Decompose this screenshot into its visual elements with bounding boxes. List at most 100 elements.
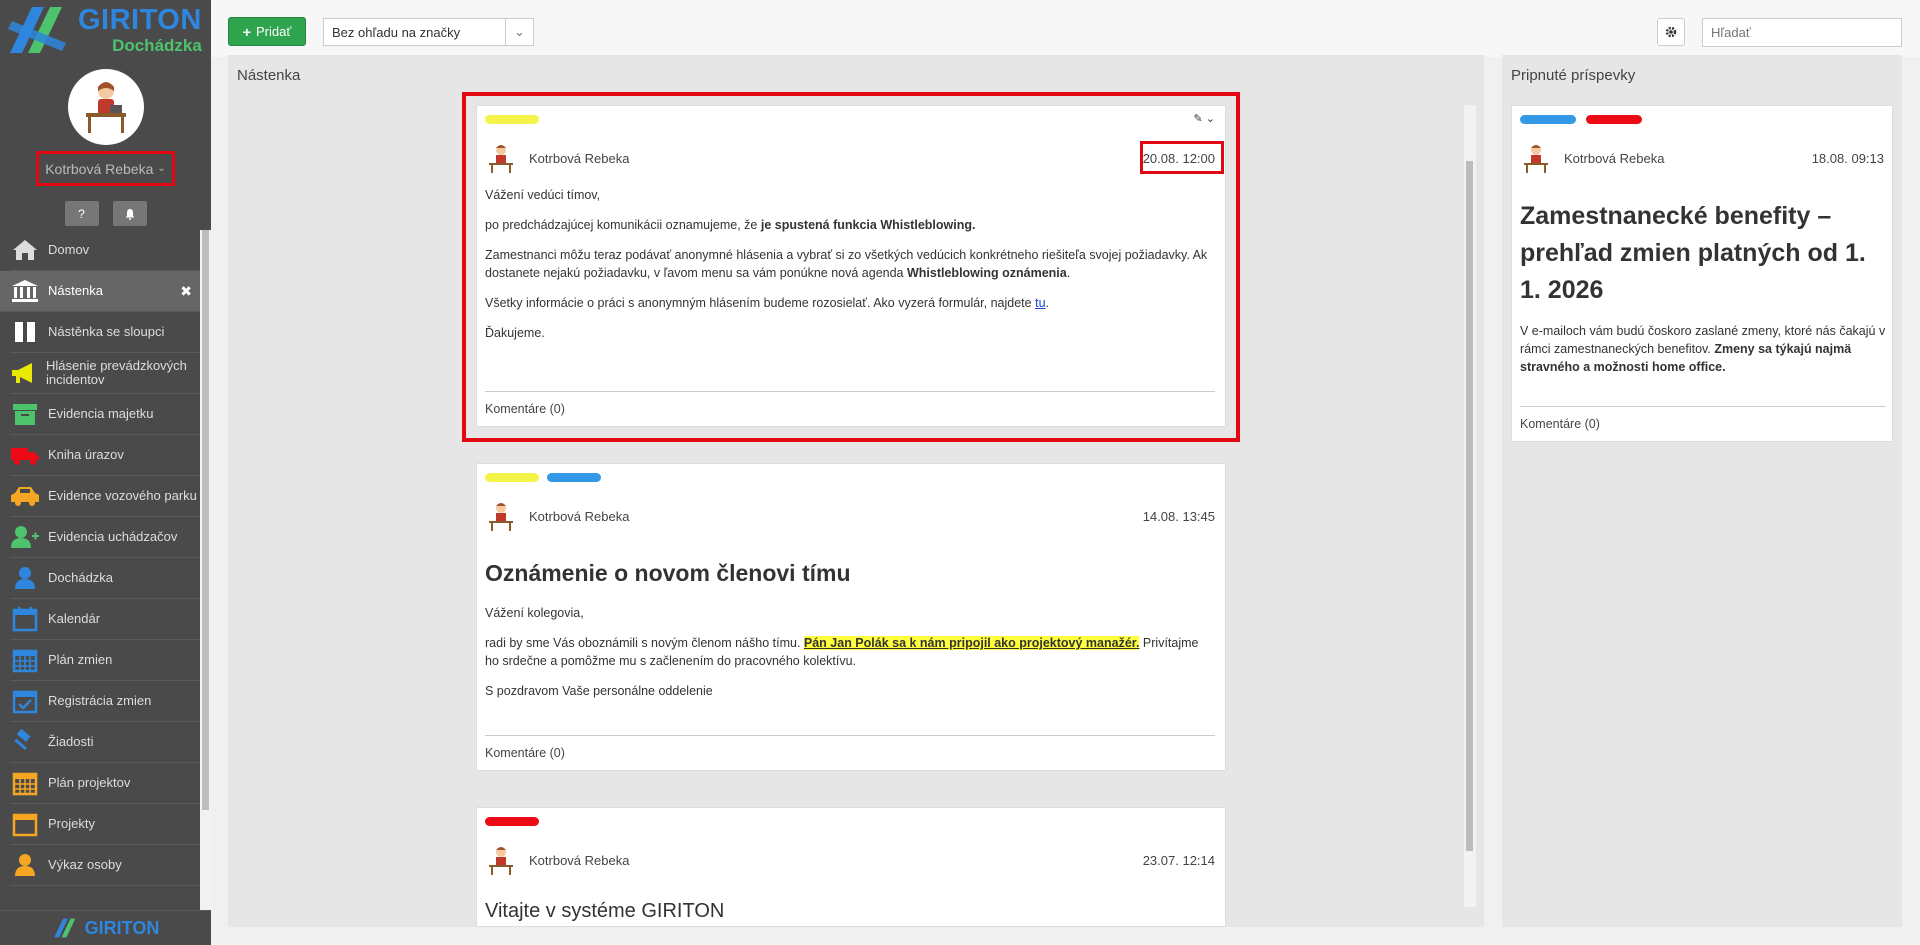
tag-blue[interactable] — [1520, 115, 1576, 124]
pinned-body: V e-mailoch vám budú čoskoro zaslané zme… — [1520, 324, 1886, 374]
plus-icon: + — [242, 23, 251, 40]
post-card: ✎ ⌄ Kotrbová Rebeka 20.08. 12:00 Vážení … — [476, 105, 1226, 427]
post-heading: Vitajte v systéme GIRITON — [485, 900, 725, 922]
sidebar-item-kalendar[interactable]: Kalendár — [10, 599, 200, 640]
pinned-post-card: Kotrbová Rebeka 18.08. 09:13 Zamestnanec… — [1511, 105, 1893, 442]
post-date: 14.08. 13:45 — [1142, 508, 1215, 524]
columns-icon — [10, 318, 40, 346]
post-author: Kotrbová Rebeka — [529, 150, 630, 166]
car-icon — [10, 482, 40, 510]
pencil-icon: ✎ — [1193, 113, 1203, 125]
author-avatar — [489, 145, 513, 173]
tag-red[interactable] — [485, 817, 539, 826]
user-icon — [10, 564, 40, 592]
sidebar-item-evidencia-uchadzacov[interactable]: Evidencia uchádzačov — [10, 517, 200, 558]
bank-icon — [10, 277, 40, 305]
gavel-icon — [10, 728, 40, 756]
user-plus-icon — [10, 523, 40, 551]
post-date: 20.08. 12:00 — [1142, 150, 1215, 166]
sidebar-item-dochadzka[interactable]: Dochádzka — [10, 558, 200, 599]
post-card: Kotrbová Rebeka 14.08. 13:45 Oznámenie o… — [476, 463, 1226, 771]
user-name: Kotrbová Rebeka — [45, 160, 154, 177]
post-tags — [485, 115, 539, 124]
post-date: 23.07. 12:14 — [1142, 852, 1215, 868]
topbar: + Pridať Bez ohľadu na značky ⌄ — [211, 0, 1920, 57]
comments-link[interactable]: Komentáre (0) — [1520, 417, 1600, 431]
post-author: Kotrbová Rebeka — [529, 508, 630, 524]
sidebar-item-vykaz-osoby[interactable]: Výkaz osoby — [10, 845, 200, 886]
sidebar-item-nastenka[interactable]: Nástenka ✖ — [0, 271, 200, 312]
sidebar-item-nastenka-se-sloupci[interactable]: Nástěnka se sloupci — [10, 312, 200, 353]
calendar-grid-icon — [10, 646, 40, 674]
add-post-button[interactable]: + Pridať — [228, 17, 306, 46]
pinned-panel: Pripnuté príspevky Kotrbová Rebeka 18.08… — [1502, 55, 1902, 927]
chevron-down-icon: ⌄ — [505, 19, 533, 45]
tag-yellow[interactable] — [485, 473, 539, 482]
tag-filter-select[interactable]: Bez ohľadu na značky ⌄ — [323, 18, 534, 46]
author-avatar — [489, 847, 513, 875]
calendar-icon — [10, 605, 40, 633]
notifications-button[interactable] — [112, 201, 147, 226]
board-title: Nástenka — [237, 67, 301, 84]
gear-icon — [1665, 26, 1677, 38]
logo[interactable]: GIRITON Dochádzka — [0, 0, 211, 60]
author-avatar — [489, 503, 513, 531]
sidebar-item-plan-projektov[interactable]: Plán projektov — [10, 763, 200, 804]
brand-name: GIRITON — [78, 4, 202, 36]
sidebar-scrollbar[interactable] — [200, 230, 211, 910]
edit-menu-button[interactable]: ✎ ⌄ — [1194, 112, 1216, 125]
close-icon[interactable]: ✖ — [180, 283, 192, 300]
giriton-logo-icon — [53, 918, 76, 938]
sidebar-item-vozovy-park[interactable]: Evidence vozového parku — [10, 476, 200, 517]
pinned-heading: Zamestnanecké benefity – prehľad zmien p… — [1520, 202, 1866, 304]
chevron-down-icon: ⌄ — [157, 163, 166, 174]
board-scrollbar[interactable] — [1464, 105, 1476, 907]
sidebar-item-hlasenie-incidentov[interactable]: Hlásenie prevádzkových incidentov — [10, 353, 200, 394]
post-body: Vážení vedúci tímov, po predchádzajúcej … — [485, 188, 1208, 340]
app-subtitle: Dochádzka — [112, 36, 202, 55]
tag-red[interactable] — [1586, 115, 1642, 124]
bell-icon — [125, 208, 134, 220]
post-heading: Oznámenie o novom členovi tímu — [485, 560, 851, 586]
post-author: Kotrbová Rebeka — [529, 852, 630, 868]
help-button[interactable]: ? — [64, 201, 99, 226]
search-input[interactable] — [1702, 18, 1902, 47]
sidebar-item-plan-zmien[interactable]: Plán zmien — [10, 640, 200, 681]
calendar-blank-icon — [10, 810, 40, 838]
comments-link[interactable]: Komentáre (0) — [485, 746, 565, 760]
sidebar-item-evidencia-majetku[interactable]: Evidencia majetku — [10, 394, 200, 435]
megaphone-icon — [10, 359, 38, 387]
sidebar-item-kniha-urazov[interactable]: Kniha úrazov — [10, 435, 200, 476]
pinned-title: Pripnuté príspevky — [1511, 67, 1636, 84]
post-body: Vážení kolegovia, radi by sme Vás obozná… — [485, 606, 1199, 698]
archive-icon — [10, 400, 40, 428]
form-link[interactable]: tu — [1035, 296, 1045, 310]
sidebar-item-projekty[interactable]: Projekty — [10, 804, 200, 845]
post-author: Kotrbová Rebeka — [1564, 150, 1665, 166]
sidebar-item-ziadosti[interactable]: Žiadosti — [10, 722, 200, 763]
sidebar-footer-logo: GIRITON — [0, 910, 211, 945]
giriton-logo-icon — [8, 7, 66, 53]
avatar-illustration-icon — [85, 82, 126, 133]
sidebar-item-domov[interactable]: Domov — [10, 230, 200, 271]
post-card: Kotrbová Rebeka 23.07. 12:14 Vitajte v s… — [476, 807, 1226, 927]
sidebar: GIRITON Dochádzka Kotrbová Rebeka ⌄ ? Do… — [0, 0, 211, 945]
sidebar-item-registracia-zmien[interactable]: Registrácia zmien — [10, 681, 200, 722]
avatar[interactable] — [67, 69, 144, 145]
post-date: 18.08. 09:13 — [1811, 150, 1884, 166]
settings-button[interactable] — [1657, 18, 1685, 46]
home-icon — [10, 236, 40, 264]
sidebar-menu: Domov Nástenka ✖ Nástěnka se sloupci Hlá… — [0, 230, 200, 910]
calendar-orange-icon — [10, 769, 40, 797]
comments-link[interactable]: Komentáre (0) — [485, 402, 565, 416]
board-panel: Nástenka ✎ ⌄ Kotrbová Rebeka 20.08. 12:0… — [228, 55, 1484, 927]
author-avatar — [1524, 145, 1548, 173]
chevron-down-icon: ⌄ — [1205, 113, 1215, 125]
user-dropdown[interactable]: Kotrbová Rebeka ⌄ — [36, 151, 175, 186]
tag-blue[interactable] — [547, 473, 601, 482]
tag-yellow[interactable] — [485, 115, 539, 124]
person-orange-icon — [10, 851, 40, 879]
calendar-check-icon — [10, 687, 40, 715]
ambulance-icon — [10, 441, 40, 469]
question-icon: ? — [78, 206, 85, 221]
